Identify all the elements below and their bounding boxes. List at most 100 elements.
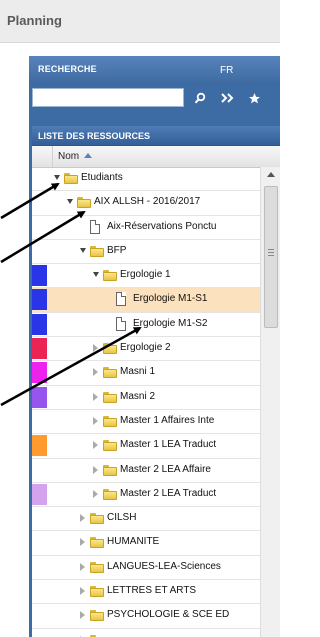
expand-toggle-icon[interactable] <box>93 465 98 474</box>
scroll-up-icon[interactable] <box>267 172 275 177</box>
language-switch[interactable]: FR <box>220 65 233 76</box>
tree-row[interactable]: LETTRES ET ARTS <box>32 580 260 605</box>
tree-row-label: Masni 1 <box>120 366 156 378</box>
folder-icon <box>103 270 117 282</box>
favorites-button[interactable] <box>243 87 265 109</box>
expand-toggle-icon[interactable] <box>80 538 85 547</box>
folder-icon <box>90 586 104 598</box>
double-chevron-right-icon <box>221 93 234 103</box>
folder-icon <box>64 173 78 184</box>
folder-icon <box>103 343 117 355</box>
tree-row-label: Master 2 LEA Traduct <box>120 487 217 499</box>
tree-row-label: AIX ALLSH - 2016/2017 <box>94 196 201 208</box>
tree-row[interactable]: CILSH <box>32 507 260 532</box>
expand-toggle-icon[interactable] <box>93 441 98 450</box>
tree-row-label: Ergologie M1-S2 <box>133 317 208 329</box>
tree-row-label: Ergologie 2 <box>120 342 171 354</box>
search-header: RECHERCHE FR <box>29 56 280 84</box>
document-icon <box>116 292 126 307</box>
tree-row-label: Master 2 LEA Affaire <box>120 463 211 475</box>
document-icon <box>90 219 100 234</box>
folder-icon <box>90 537 104 549</box>
tree-row-label: PSYCHOLOGIE & SCE ED <box>107 609 230 621</box>
tree-row-label: Aix-Réservations Ponctu <box>107 220 217 232</box>
expand-toggle-icon[interactable] <box>93 416 98 425</box>
tree-row[interactable] <box>32 629 260 637</box>
vertical-scrollbar[interactable] <box>260 167 280 637</box>
name-column-label: Nom <box>58 151 80 162</box>
tree-row[interactable]: Master 2 LEA Affaire <box>32 459 260 483</box>
folder-icon <box>90 513 104 525</box>
tree-row-label: LETTRES ET ARTS <box>107 585 197 597</box>
tree-row[interactable]: Ergologie M1-S1 <box>32 288 260 313</box>
color-swatch <box>32 362 47 384</box>
advanced-search-button[interactable] <box>216 87 238 109</box>
scroll-thumb[interactable] <box>264 186 278 328</box>
folder-icon <box>103 488 117 500</box>
resource-list-title: LISTE DES RESSOURCES <box>38 131 151 141</box>
tree-row[interactable]: Master 1 LEA Traduct <box>32 434 260 459</box>
folder-icon <box>77 197 91 209</box>
search-icon <box>194 92 206 104</box>
tree-row[interactable]: Master 2 LEA Traduct <box>32 483 260 508</box>
collapse-toggle-icon[interactable] <box>93 272 99 278</box>
tree-row-label: CILSH <box>107 512 137 524</box>
collapse-toggle-icon[interactable] <box>80 247 86 253</box>
tree-row[interactable]: Ergologie M1-S2 <box>32 313 260 338</box>
tree-row-label: Etudiants <box>81 172 123 183</box>
color-swatch <box>32 289 47 311</box>
document-icon <box>116 316 126 331</box>
tree-row[interactable]: Master 1 Affaires Inte <box>32 410 260 435</box>
tree-row[interactable]: Etudiants <box>32 167 260 192</box>
folder-icon <box>103 367 117 379</box>
expand-toggle-icon[interactable] <box>80 587 85 596</box>
tree-row[interactable]: Aix-Réservations Ponctu <box>32 216 260 240</box>
color-swatch <box>32 435 47 457</box>
tree-row[interactable]: BFP <box>32 240 260 265</box>
resource-list-header: LISTE DES RESSOURCES <box>32 126 280 146</box>
expand-toggle-icon[interactable] <box>80 514 85 523</box>
folder-icon <box>103 464 117 476</box>
color-swatch <box>32 265 47 287</box>
tree-row[interactable]: PSYCHOLOGIE & SCE ED <box>32 604 260 629</box>
expand-toggle-icon[interactable] <box>93 344 98 353</box>
expand-toggle-icon[interactable] <box>93 489 98 498</box>
tree-row[interactable]: Masni 1 <box>32 361 260 386</box>
folder-icon <box>103 415 117 427</box>
grip-icon <box>268 249 274 250</box>
tree-row-label: Ergologie 1 <box>120 269 171 281</box>
folder-icon <box>90 561 104 573</box>
color-swatch <box>32 386 47 408</box>
tree-row-label: Ergologie M1-S1 <box>133 293 208 305</box>
resource-panel: RECHERCHE FR LISTE DES RESSOURCES Nom Et… <box>29 56 280 637</box>
tree-row[interactable]: HUMANITE <box>32 531 260 556</box>
tree-row[interactable]: Masni 2 <box>32 386 260 410</box>
collapse-toggle-icon[interactable] <box>67 199 73 205</box>
expand-toggle-icon[interactable] <box>80 611 85 620</box>
resource-tree: Nom Etudiants AIX ALLSH - 2016/2017 Aix-Ré… <box>32 146 280 637</box>
search-button[interactable] <box>189 87 211 109</box>
tree-row-label: HUMANITE <box>107 536 160 548</box>
tree-row[interactable]: Ergologie 1 <box>32 264 260 289</box>
tree-row[interactable]: LANGUES-LEA-Sciences <box>32 556 260 581</box>
tree-row[interactable]: Ergologie 2 <box>32 337 260 362</box>
app-title: Planning <box>7 13 62 28</box>
expand-toggle-icon[interactable] <box>80 562 85 571</box>
tree-rows: Etudiants AIX ALLSH - 2016/2017 Aix-Réserv… <box>32 167 260 637</box>
tree-row-label: Master 1 LEA Traduct <box>120 439 217 451</box>
tree-row-label: Masni 2 <box>120 390 156 402</box>
tree-row-label: BFP <box>107 244 127 256</box>
search-input[interactable] <box>32 88 184 107</box>
column-header[interactable]: Nom <box>32 146 280 168</box>
color-swatch <box>32 313 47 335</box>
search-title: RECHERCHE <box>38 64 97 74</box>
tree-row[interactable]: AIX ALLSH - 2016/2017 <box>32 191 260 216</box>
expand-toggle-icon[interactable] <box>93 392 98 401</box>
color-swatch <box>32 483 47 505</box>
folder-icon <box>90 245 104 257</box>
tree-row-label: Master 1 Affaires Inte <box>120 414 215 426</box>
expand-toggle-icon[interactable] <box>93 368 98 377</box>
sort-ascending-icon <box>84 153 92 158</box>
collapse-toggle-icon[interactable] <box>54 175 60 180</box>
folder-icon <box>103 440 117 452</box>
